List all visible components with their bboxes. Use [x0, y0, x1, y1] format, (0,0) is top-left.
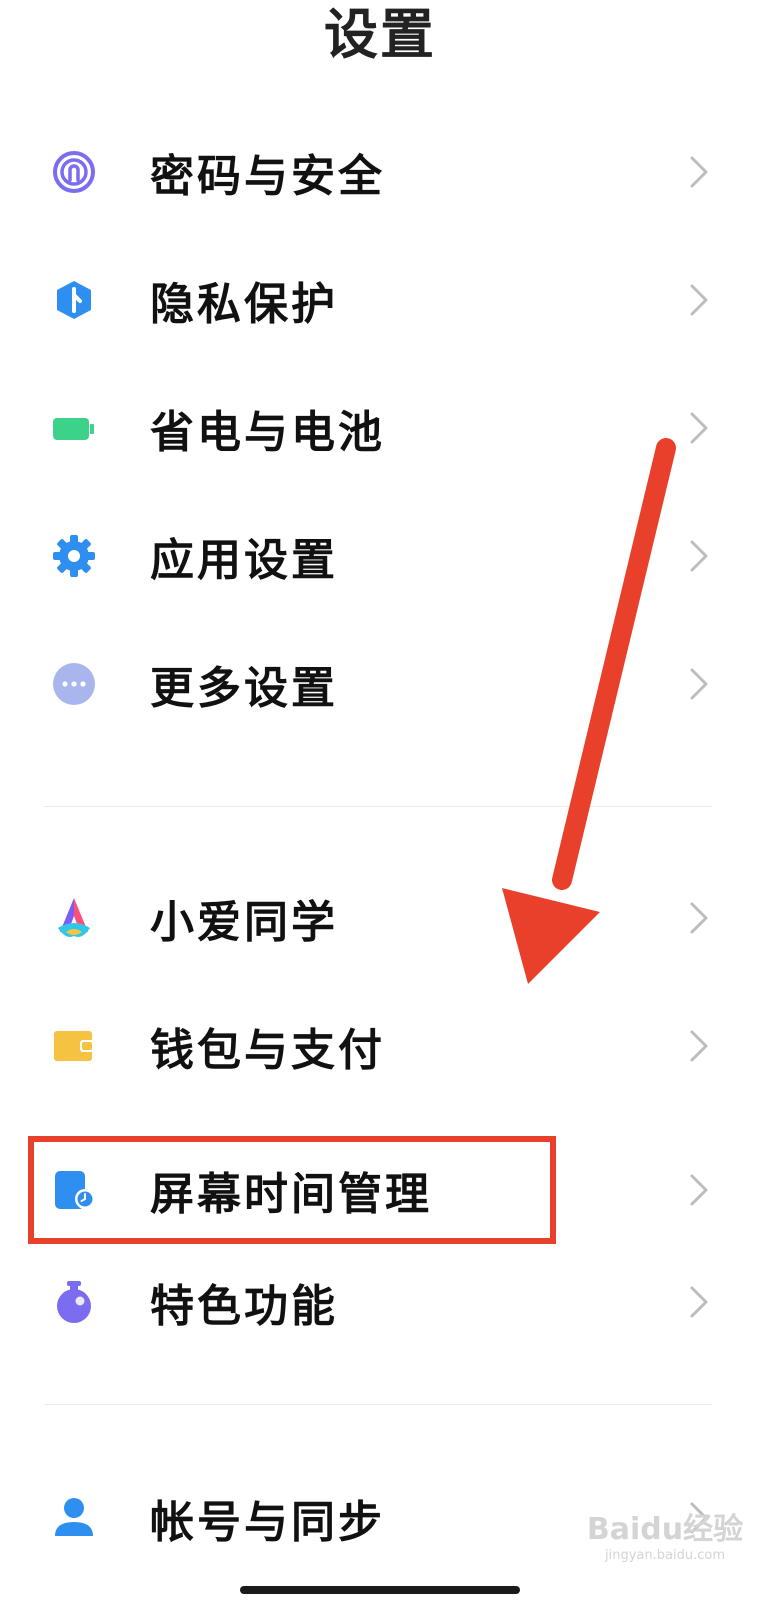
watermark-url: jingyan.baidu.com: [605, 1548, 725, 1563]
settings-item-label: 隐私保护: [150, 279, 338, 330]
section-divider: [44, 1404, 712, 1405]
settings-item-label: 省电与电池: [150, 407, 385, 458]
baidu-watermark: Baidu经验 jingyan.baidu.com: [580, 1512, 750, 1580]
settings-item-more-settings[interactable]: 更多设置: [0, 624, 760, 744]
page-title: 设置: [324, 3, 436, 66]
settings-item-app-settings[interactable]: 应用设置: [0, 496, 760, 616]
features-icon: [52, 1280, 96, 1324]
privacy-shield-icon: [52, 278, 96, 322]
section-divider: [44, 806, 712, 807]
settings-item-privacy[interactable]: 隐私保护: [0, 240, 760, 360]
chevron-right-icon: [690, 156, 708, 188]
settings-item-features[interactable]: 特色功能: [0, 1242, 760, 1362]
gear-icon: [52, 534, 96, 578]
settings-item-label: 应用设置: [150, 535, 338, 586]
fingerprint-icon: [52, 150, 96, 194]
chevron-right-icon: [690, 902, 708, 934]
more-dots-icon: [52, 662, 96, 706]
chevron-right-icon: [690, 412, 708, 444]
watermark-main: Baidu经验: [586, 1512, 744, 1547]
chevron-right-icon: [690, 668, 708, 700]
settings-item-xiaoai[interactable]: 小爱同学: [0, 858, 760, 978]
settings-item-label: 小爱同学: [150, 897, 338, 948]
settings-item-label: 帐号与同步: [150, 1497, 385, 1548]
settings-item-battery[interactable]: 省电与电池: [0, 368, 760, 488]
settings-item-label: 密码与安全: [150, 151, 385, 202]
account-icon: [52, 1496, 96, 1540]
wallet-icon: [52, 1024, 96, 1068]
chevron-right-icon: [690, 1286, 708, 1318]
settings-item-wallet[interactable]: 钱包与支付: [0, 986, 760, 1106]
chevron-right-icon: [690, 1174, 708, 1206]
settings-item-label: 更多设置: [150, 663, 338, 714]
xiaoai-icon: [52, 896, 96, 940]
settings-item-label: 钱包与支付: [150, 1025, 385, 1076]
chevron-right-icon: [690, 540, 708, 572]
settings-item-label: 特色功能: [150, 1281, 338, 1332]
chevron-right-icon: [690, 284, 708, 316]
chevron-right-icon: [690, 1030, 708, 1062]
highlight-box-annotation: [28, 1136, 556, 1244]
home-indicator[interactable]: [240, 1586, 520, 1594]
settings-item-password-security[interactable]: 密码与安全: [0, 112, 760, 232]
battery-icon: [52, 406, 96, 450]
